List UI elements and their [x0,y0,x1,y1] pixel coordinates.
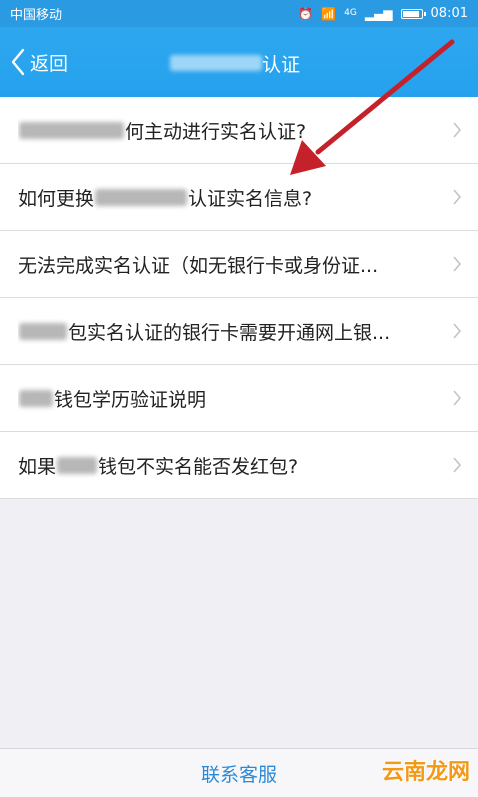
faq-item-prefix: 如果 [18,455,57,478]
chevron-right-icon [453,390,462,406]
redacted-text [95,188,188,206]
status-icons: ⏰ 📶 4G ▂▄▆ 08:01 [298,6,468,21]
list-item[interactable]: 包实名认证的银行卡需要开通网上银... [0,298,478,365]
wifi-icon: 📶 [321,6,337,21]
list-item[interactable]: 如果 钱包不实名能否发红包? [0,432,478,499]
faq-item-label: 无法完成实名认证（如无银行卡或身份证... [18,254,379,277]
page-title-text: 认证 [262,53,301,76]
list-item[interactable]: 何主动进行实名认证? [0,97,478,164]
redacted-title [170,55,262,71]
chevron-right-icon [453,323,462,339]
watermark-logo: 云南龙网 [381,759,470,785]
redacted-text [19,322,67,340]
contact-support-button[interactable]: 联系客服 [201,760,277,787]
clock: 08:01 [430,6,468,21]
faq-item-label: 认证实名信息? [188,187,313,210]
list-item[interactable]: 钱包学历验证说明 [0,365,478,432]
redacted-text [57,456,98,474]
page-title: 认证 [170,49,300,77]
faq-item-label: 包实名认证的银行卡需要开通网上银... [68,321,391,344]
list-item[interactable]: 如何更换 认证实名信息? [0,164,478,231]
chevron-right-icon [453,256,462,272]
alarm-icon: ⏰ [298,6,314,21]
faq-item-label: 何主动进行实名认证? [125,120,307,143]
signal-icon: ▂▄▆ [364,6,393,21]
redacted-text [19,389,53,407]
battery-icon [400,8,426,19]
carrier-label: 中国移动 [10,8,63,23]
chevron-right-icon [453,122,462,138]
faq-item-label: 钱包不实名能否发红包? [98,455,299,478]
nav-bar: 返回 认证 [0,27,478,97]
back-label: 返回 [30,52,69,75]
faq-item-prefix: 如何更换 [18,187,95,210]
chevron-right-icon [453,189,462,205]
chevron-right-icon [453,457,462,473]
list-item[interactable]: 无法完成实名认证（如无银行卡或身份证... [0,231,478,298]
faq-item-label: 钱包学历验证说明 [54,388,207,411]
network-type-label: 4G [344,8,357,18]
redacted-text [19,121,124,139]
back-button[interactable]: 返回 [10,45,68,79]
chevron-left-icon [11,48,25,76]
faq-list: 何主动进行实名认证? 如何更换 认证实名信息? 无法完成实名认证（如无银行卡或身… [0,97,478,499]
status-bar: 中国移动 ⏰ 📶 4G ▂▄▆ 08:01 [0,0,478,27]
